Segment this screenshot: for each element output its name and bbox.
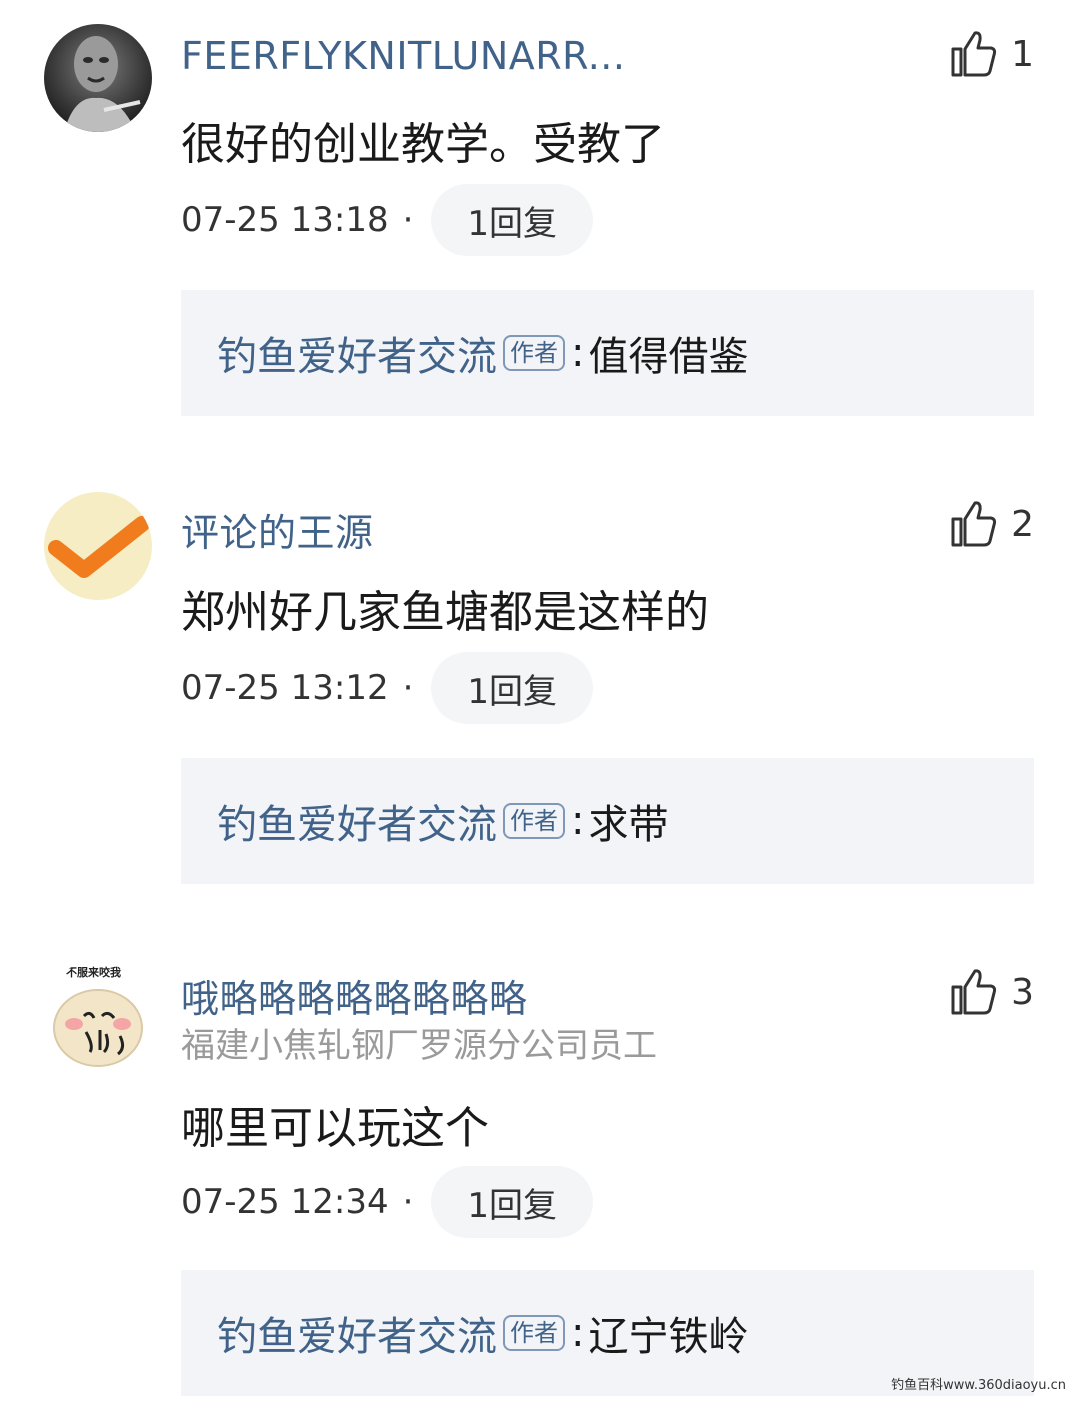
avatar[interactable] (44, 492, 152, 600)
thumbs-up-icon (951, 501, 997, 547)
reply-preview[interactable]: 钓鱼爱好者交流 作者 : 求带 (181, 758, 1034, 884)
reply-text: 值得借鉴 (588, 334, 749, 380)
username[interactable]: FEERFLYKNITLUNARR... (181, 34, 625, 78)
reply-author[interactable]: 钓鱼爱好者交流 (217, 792, 497, 850)
thumbs-up-icon (951, 969, 997, 1015)
separator-dot: · (402, 200, 414, 240)
like-button[interactable]: 1 (949, 24, 1034, 84)
reply-count-button[interactable]: 1回复 (431, 652, 594, 724)
reply-preview[interactable]: 钓鱼爱好者交流 作者 : 值得借鉴 (181, 290, 1034, 416)
comment-text: 郑州好几家鱼塘都是这样的 (181, 587, 709, 638)
comment-text: 哪里可以玩这个 (181, 1103, 489, 1154)
site-watermark: 钓鱼百科www.360diaoyu.cn (891, 1378, 1066, 1393)
author-badge: 作者 (503, 803, 565, 839)
like-button[interactable]: 3 (949, 962, 1034, 1022)
comment-time: 07-25 12:34 (181, 1182, 389, 1222)
comment-text: 很好的创业教学。受教了 (181, 119, 665, 170)
like-count: 3 (1011, 971, 1034, 1013)
like-button[interactable]: 2 (949, 494, 1034, 554)
reply-colon: : (571, 330, 585, 376)
avatar[interactable]: 不服来咬我 (44, 960, 152, 1068)
comment-time: 07-25 13:12 (181, 668, 389, 708)
avatar[interactable] (44, 24, 152, 132)
separator-dot: · (402, 1182, 414, 1222)
comment-meta: 07-25 12:34 · 1回复 (181, 1166, 594, 1238)
comment-time: 07-25 13:18 (181, 200, 389, 240)
reply-colon: : (571, 1310, 585, 1356)
user-title: 福建小焦轧钢厂罗源分公司员工 (181, 1026, 657, 1066)
comment-item: 评论的王源 2 郑州好几家鱼塘都是这样的 07-25 13:12 · 1回复 钓… (0, 470, 1080, 900)
like-count: 1 (1011, 33, 1034, 75)
reply-text: 求带 (588, 802, 669, 848)
reply-count-button[interactable]: 1回复 (431, 1166, 594, 1238)
separator-dot: · (402, 668, 414, 708)
reply-colon: : (571, 798, 585, 844)
comment-meta: 07-25 13:18 · 1回复 (181, 184, 594, 256)
reply-author[interactable]: 钓鱼爱好者交流 (217, 1304, 497, 1362)
username[interactable]: 哦略略略略略略略略 (181, 968, 528, 1023)
reply-text: 辽宁铁岭 (588, 1314, 749, 1360)
avatar-sticker-caption: 不服来咬我 (66, 966, 121, 979)
reply-author[interactable]: 钓鱼爱好者交流 (217, 324, 497, 382)
comment-item: 不服来咬我 哦略略略略略略略略 福建小焦轧钢厂罗源分公司员工 3 哪里可以玩这个… (0, 940, 1080, 1400)
comment-meta: 07-25 13:12 · 1回复 (181, 652, 594, 724)
author-badge: 作者 (503, 1315, 565, 1351)
portrait-avatar-image (44, 24, 152, 132)
username[interactable]: 评论的王源 (181, 502, 374, 557)
like-count: 2 (1011, 503, 1034, 545)
checkmark-avatar-image (44, 492, 152, 600)
reply-count-button[interactable]: 1回复 (431, 184, 594, 256)
comment-item: FEERFLYKNITLUNARR... 1 很好的创业教学。受教了 07-25… (0, 0, 1080, 430)
author-badge: 作者 (503, 335, 565, 371)
thumbs-up-icon (951, 31, 997, 77)
